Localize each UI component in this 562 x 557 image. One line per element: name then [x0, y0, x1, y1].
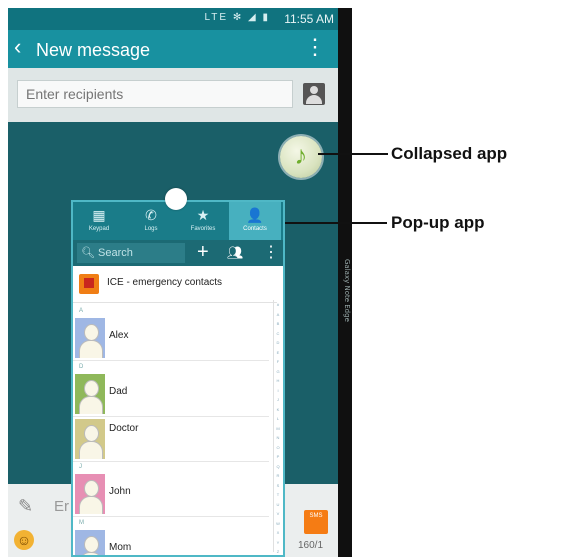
tab-label: Favorites	[190, 226, 216, 232]
popup-app-callout-line	[285, 222, 387, 224]
contact-name: Mom	[109, 542, 132, 553]
index-letter[interactable]: K	[274, 405, 282, 415]
recipients-bar	[8, 68, 338, 122]
index-letter[interactable]: L	[274, 414, 282, 424]
star-icon: ★	[196, 207, 210, 223]
page-title: New message	[36, 40, 151, 60]
tab-label: Contacts	[243, 226, 267, 232]
search-input[interactable]: 🔍︎ Search	[77, 243, 185, 263]
send-icon[interactable]: SMS	[304, 510, 328, 534]
avatar	[75, 374, 105, 414]
index-letter[interactable]: C	[274, 329, 282, 339]
index-letter[interactable]: M	[274, 424, 282, 434]
person-icon: 👤	[246, 207, 264, 223]
list-item[interactable]: John	[73, 472, 269, 517]
contact-name: Dad	[109, 386, 128, 397]
index-letter[interactable]: Z	[274, 547, 282, 555]
contacts-search-row: 🔍︎ Search + 👥︎ ⋮	[73, 240, 283, 266]
tab-label: Keypad	[88, 226, 110, 232]
ice-label: ICE - emergency contacts	[107, 277, 223, 288]
contacts-list: ICE - emergency contacts A Alex D Dad Do…	[73, 266, 283, 555]
list-item[interactable]: Alex	[73, 316, 269, 361]
recipients-input[interactable]	[17, 80, 293, 108]
search-placeholder: Search	[98, 247, 133, 259]
popup-app-window[interactable]: ▦ Keypad ✆ Logs ★ Favorites 👤 Contacts 🔍…	[71, 200, 285, 557]
collapsed-app-callout-line	[318, 153, 388, 155]
list-item[interactable]: Mom	[73, 528, 269, 555]
index-letter[interactable]: D	[274, 338, 282, 348]
list-item[interactable]: Doctor	[73, 417, 269, 462]
index-letter[interactable]: B	[274, 319, 282, 329]
popup-app-callout: Pop-up app	[391, 213, 485, 232]
index-letter[interactable]: Q	[274, 462, 282, 472]
index-letter[interactable]: T	[274, 490, 282, 500]
avatar	[75, 419, 105, 459]
tab-label: Logs	[144, 226, 158, 232]
section-header: A	[79, 308, 84, 314]
index-letter[interactable]: F	[274, 357, 282, 367]
section-header: J	[79, 464, 82, 470]
more-options-icon[interactable]: ⋮	[304, 36, 326, 58]
index-letter[interactable]: W	[274, 519, 282, 529]
index-letter[interactable]: X	[274, 528, 282, 538]
ice-contacts-row[interactable]: ICE - emergency contacts	[73, 266, 277, 303]
group-icon[interactable]: 👥︎	[227, 244, 244, 262]
index-letter[interactable]: O	[274, 443, 282, 453]
section-header: D	[79, 364, 84, 370]
index-letter[interactable]: H	[274, 376, 282, 386]
music-note-icon: ♪	[294, 140, 308, 170]
index-letter[interactable]: S	[274, 481, 282, 491]
index-letter[interactable]: R	[274, 471, 282, 481]
contact-name: John	[109, 486, 131, 497]
index-letter[interactable]: E	[274, 348, 282, 358]
index-letter[interactable]: G	[274, 367, 282, 377]
index-letter[interactable]: A	[274, 310, 282, 320]
popup-drag-handle[interactable]	[165, 188, 187, 210]
index-letter[interactable]: P	[274, 452, 282, 462]
ice-icon	[79, 274, 99, 294]
index-letter[interactable]: N	[274, 433, 282, 443]
character-counter: 160/1	[298, 540, 324, 551]
avatar	[75, 474, 105, 514]
index-letter[interactable]: Y	[274, 538, 282, 548]
contact-name: Alex	[109, 330, 129, 341]
tab-contacts[interactable]: 👤 Contacts	[229, 202, 281, 240]
status-icons: LTE ✻ ◢ ▮	[204, 12, 270, 23]
status-bar: LTE ✻ ◢ ▮ 11:55 AM	[8, 8, 338, 30]
list-item[interactable]: Dad	[73, 372, 269, 417]
add-contact-icon[interactable]: +	[197, 241, 209, 263]
collapsed-app-callout: Collapsed app	[391, 144, 508, 163]
edge-screen-label: Galaxy Note Edge	[343, 258, 351, 322]
index-letter[interactable]: I	[274, 386, 282, 396]
index-letter[interactable]: J	[274, 395, 282, 405]
section-header: M	[79, 520, 84, 526]
avatar	[75, 318, 105, 358]
emoji-icon[interactable]: ☺	[14, 530, 34, 550]
avatar	[75, 530, 105, 555]
action-bar: ‹ New message ⋮	[8, 30, 338, 68]
index-letter[interactable]: #	[274, 300, 282, 310]
more-options-icon[interactable]: ⋮	[263, 242, 279, 264]
status-time: 11:55 AM	[284, 12, 334, 26]
search-icon: 🔍︎	[81, 247, 99, 259]
collapsed-app-bubble[interactable]: ♪	[280, 136, 322, 178]
back-icon[interactable]: ‹	[14, 35, 21, 59]
contact-picker-icon[interactable]	[303, 83, 325, 105]
alphabet-index[interactable]: # A B C D E F G H I J K L M N O P Q R S T U V W X Y Z	[273, 300, 282, 554]
tab-favorites[interactable]: ★ Favorites	[177, 202, 229, 240]
keypad-icon: ▦	[92, 207, 106, 223]
message-input[interactable]: Er	[54, 498, 69, 515]
index-letter[interactable]: U	[274, 500, 282, 510]
attach-icon[interactable]: ✎	[18, 496, 33, 517]
contact-name: Doctor	[109, 423, 139, 434]
tab-keypad[interactable]: ▦ Keypad	[73, 202, 125, 240]
index-letter[interactable]: V	[274, 509, 282, 519]
